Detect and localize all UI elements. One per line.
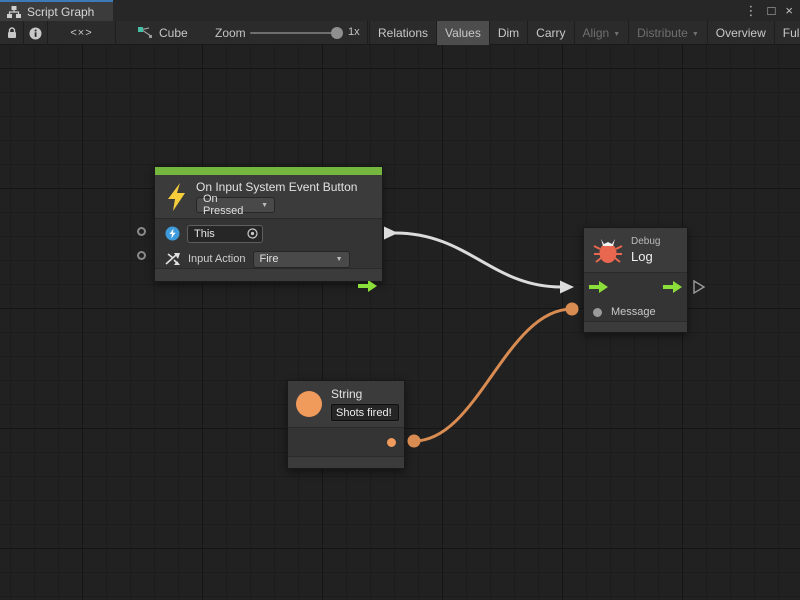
- lightning-icon: [165, 183, 187, 211]
- code-view-button[interactable]: <×>: [48, 21, 116, 45]
- string-type-icon: [296, 391, 322, 417]
- carry-button[interactable]: Carry: [527, 21, 573, 45]
- debug-category-label: Debug: [631, 236, 660, 247]
- lock-button[interactable]: [0, 21, 24, 45]
- graph-icon: [7, 6, 21, 18]
- gameobject-bolt-icon: [165, 226, 180, 241]
- relations-button[interactable]: Relations: [369, 21, 436, 45]
- debug-node-header: Debug Log: [584, 228, 687, 273]
- on-pressed-dropdown[interactable]: On Pressed ▼: [196, 197, 275, 213]
- event-node-footer: [155, 268, 382, 281]
- tab-script-graph[interactable]: Script Graph: [0, 0, 113, 21]
- debug-message-row: Message: [584, 301, 687, 323]
- maximize-icon[interactable]: □: [768, 0, 776, 21]
- toolbar-buttons: Relations Values Dim Carry Align▼ Distri…: [369, 21, 800, 45]
- zoom-slider-track[interactable]: [250, 32, 340, 34]
- zoom-control: Zoom 1x: [212, 21, 368, 45]
- zoom-label: Zoom: [215, 26, 246, 40]
- string-output-row: [288, 428, 404, 457]
- window-controls: ⋮ □ ×: [745, 0, 800, 21]
- script-graph-window: Script Graph ⋮ □ × <×>: [0, 0, 800, 600]
- string-node-title: String: [331, 387, 399, 401]
- message-input-port[interactable]: [593, 308, 602, 317]
- graph-reference-icon: [138, 27, 152, 39]
- debug-flow-out-port[interactable]: [663, 281, 682, 293]
- event-accent-strip: [155, 167, 382, 175]
- input-action-label: Input Action: [188, 253, 246, 265]
- distribute-button[interactable]: Distribute▼: [628, 21, 707, 45]
- zoom-slider-thumb[interactable]: [331, 27, 343, 39]
- debug-flow-row: [584, 273, 687, 301]
- graph-canvas[interactable]: On Input System Event Button On Pressed …: [0, 45, 800, 600]
- input-action-dropdown[interactable]: Fire ▼: [253, 251, 350, 268]
- node-debug-log[interactable]: Debug Log Message: [583, 227, 688, 333]
- input-action-icon: [165, 252, 181, 266]
- menu-icon[interactable]: ⋮: [745, 0, 758, 21]
- title-bar: Script Graph ⋮ □ ×: [0, 0, 800, 21]
- fullscreen-button[interactable]: Full Screen: [774, 21, 800, 45]
- values-button[interactable]: Values: [436, 21, 489, 45]
- debug-node-title: Log: [631, 249, 660, 264]
- tab-title: Script Graph: [27, 5, 94, 19]
- bug-icon: [593, 236, 623, 264]
- debug-flow-in-port[interactable]: [589, 281, 608, 293]
- graph-toolbar: <×> Cube Zoom 1x Relations Values Dim Ca…: [0, 21, 800, 45]
- target-picker-icon[interactable]: [247, 228, 258, 239]
- string-output-port[interactable]: [387, 438, 396, 447]
- graph-reference-button[interactable]: Cube: [116, 21, 212, 45]
- connection-flow-wire: [384, 227, 574, 294]
- lock-icon: [7, 27, 17, 39]
- close-icon[interactable]: ×: [785, 0, 793, 21]
- chevron-down-icon: ▼: [692, 31, 699, 38]
- debug-node-footer: [584, 321, 687, 332]
- debug-external-flow-port[interactable]: [692, 280, 706, 294]
- graph-reference-label: Cube: [159, 26, 188, 40]
- string-value-field[interactable]: Shots fired!: [331, 404, 399, 421]
- message-label: Message: [611, 306, 656, 318]
- zoom-value: 1x: [348, 26, 360, 38]
- connection-string-wire: [408, 303, 579, 448]
- target-field[interactable]: This: [187, 225, 263, 243]
- overview-button[interactable]: Overview: [707, 21, 774, 45]
- chevron-down-icon: ▼: [613, 31, 620, 38]
- event-action-port[interactable]: [137, 251, 146, 260]
- code-icon: <×>: [70, 27, 92, 39]
- align-button[interactable]: Align▼: [574, 21, 629, 45]
- chevron-down-icon: ▼: [336, 256, 343, 263]
- info-icon: [29, 27, 42, 40]
- event-node-header: On Input System Event Button On Pressed …: [155, 175, 382, 219]
- event-node-title: On Input System Event Button: [196, 180, 357, 194]
- node-string[interactable]: String Shots fired!: [287, 380, 405, 469]
- string-node-header: String Shots fired!: [288, 381, 404, 428]
- string-node-footer: [288, 456, 404, 468]
- info-button[interactable]: [24, 21, 48, 45]
- chevron-down-icon: ▼: [261, 202, 268, 209]
- dim-button[interactable]: Dim: [489, 21, 527, 45]
- event-target-port[interactable]: [137, 227, 146, 236]
- node-on-input-system-event-button[interactable]: On Input System Event Button On Pressed …: [154, 166, 383, 282]
- event-target-row: This: [155, 220, 382, 247]
- event-trigger-port[interactable]: [358, 280, 377, 292]
